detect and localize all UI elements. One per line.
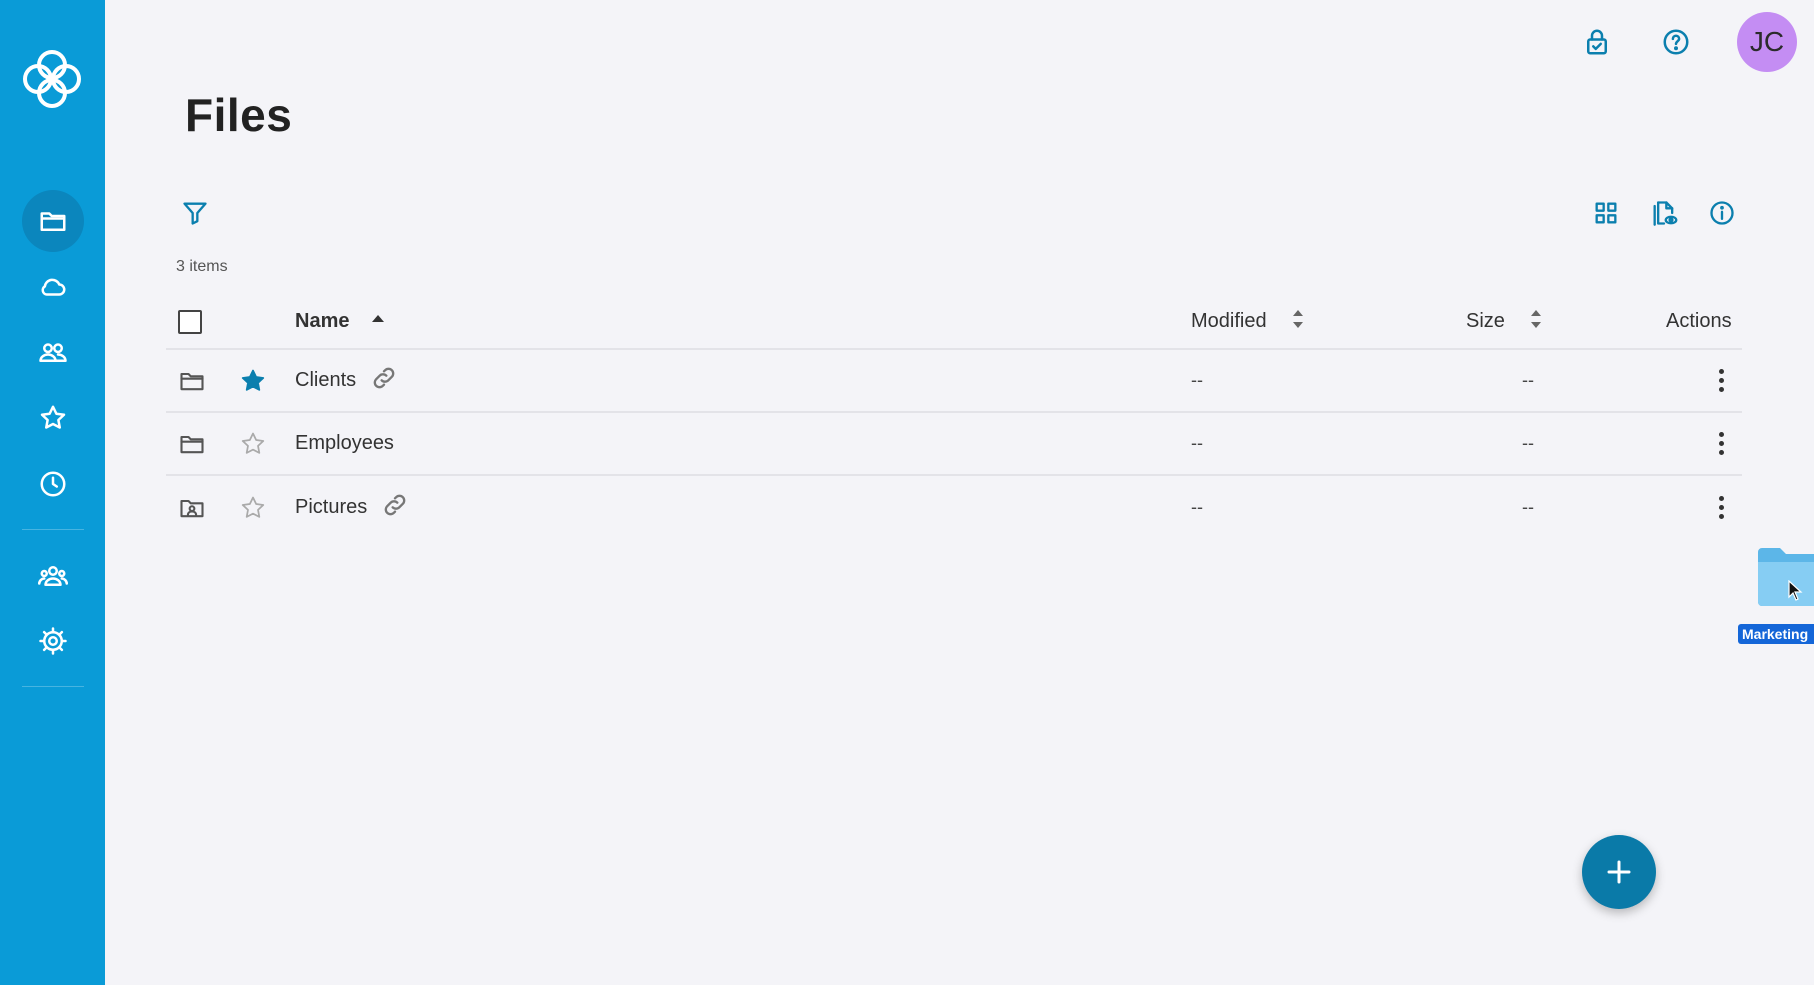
modified-cell: -- — [1191, 433, 1203, 453]
add-button[interactable] — [1582, 835, 1656, 909]
row-actions-button[interactable] — [1706, 476, 1736, 539]
column-size[interactable]: Size — [1466, 295, 1545, 348]
star-outline-icon[interactable] — [239, 476, 267, 539]
modified-cell: -- — [1191, 370, 1203, 390]
star-icon — [40, 405, 66, 429]
sort-both-icon — [1289, 306, 1307, 337]
folder-icon — [40, 212, 66, 231]
filter-button[interactable] — [175, 193, 215, 233]
mouse-cursor-icon — [1788, 579, 1804, 602]
more-vert-icon — [1706, 361, 1736, 401]
lock-check-icon — [1587, 29, 1607, 55]
more-vert-icon — [1706, 488, 1736, 528]
file-name-cell: Employees — [295, 413, 394, 474]
nav-starred[interactable] — [22, 387, 84, 449]
app-logo[interactable] — [18, 45, 86, 113]
sidebar-divider — [22, 529, 84, 530]
column-name-label: Name — [295, 310, 350, 332]
column-size-label: Size — [1466, 310, 1505, 332]
modified-cell: -- — [1191, 497, 1203, 517]
filter-icon — [183, 202, 207, 225]
row-actions-button[interactable] — [1706, 413, 1736, 474]
help-button[interactable] — [1656, 22, 1696, 62]
preview-icon — [1653, 201, 1678, 226]
file-name[interactable]: Clients — [295, 369, 356, 392]
info-icon — [1710, 201, 1734, 225]
nav-cloud[interactable] — [22, 256, 84, 318]
link-icon[interactable] — [381, 491, 409, 524]
users-group-icon — [38, 566, 68, 586]
item-count: 3 items — [176, 258, 228, 275]
folder-icon — [178, 350, 206, 411]
table-row[interactable]: Pictures -- -- — [166, 476, 1742, 539]
table-header: Name Modified Size Actions — [166, 295, 1742, 350]
size-cell: -- — [1522, 433, 1534, 453]
link-icon[interactable] — [370, 364, 398, 397]
gear-icon — [39, 627, 67, 655]
star-outline-icon[interactable] — [239, 413, 267, 474]
row-actions-button[interactable] — [1706, 350, 1736, 411]
size-cell: -- — [1522, 370, 1534, 390]
sort-both-icon — [1527, 306, 1545, 337]
shared-users-icon — [39, 343, 67, 362]
star-filled-icon[interactable] — [239, 350, 267, 411]
table-row[interactable]: Employees -- -- — [166, 413, 1742, 476]
security-button[interactable] — [1577, 22, 1617, 62]
folder-contacts-icon — [178, 476, 206, 539]
grid-view-button[interactable] — [1586, 193, 1626, 233]
help-icon — [1663, 29, 1689, 55]
file-name[interactable]: Pictures — [295, 496, 367, 519]
select-all-checkbox[interactable] — [178, 309, 202, 334]
sidebar-divider — [22, 686, 84, 687]
select-all-checkbox-wrap — [178, 295, 202, 348]
folder-icon — [178, 413, 206, 474]
column-actions: Actions — [1666, 295, 1732, 348]
size-cell: -- — [1522, 497, 1534, 517]
table-row[interactable]: Clients -- -- — [166, 350, 1742, 413]
dragged-folder-label: Marketing — [1738, 624, 1814, 644]
sort-asc-icon — [369, 306, 387, 337]
file-name[interactable]: Employees — [295, 432, 394, 455]
nav-settings[interactable] — [22, 610, 84, 672]
file-name-cell: Clients — [295, 350, 398, 411]
nav-files[interactable] — [22, 190, 84, 252]
info-button[interactable] — [1702, 193, 1742, 233]
sidebar — [0, 0, 105, 985]
column-name[interactable]: Name — [295, 295, 387, 348]
nav-recent[interactable] — [22, 453, 84, 515]
plus-icon — [1607, 860, 1631, 884]
page-title: Files — [185, 89, 293, 141]
column-modified[interactable]: Modified — [1191, 295, 1307, 348]
user-avatar[interactable]: JC — [1737, 12, 1797, 72]
dragged-folder-icon[interactable] — [1756, 546, 1814, 608]
grid-view-icon — [1595, 202, 1617, 224]
file-name-cell: Pictures — [295, 476, 409, 539]
column-modified-label: Modified — [1191, 310, 1267, 332]
file-table: Name Modified Size Actions Clients -- --… — [166, 295, 1742, 539]
nav-shared[interactable] — [22, 321, 84, 383]
column-actions-label: Actions — [1666, 310, 1732, 332]
nav-users[interactable] — [22, 545, 84, 607]
preview-button[interactable] — [1644, 193, 1684, 233]
cloud-icon — [41, 278, 66, 296]
more-vert-icon — [1706, 424, 1736, 464]
clock-icon — [40, 471, 66, 497]
